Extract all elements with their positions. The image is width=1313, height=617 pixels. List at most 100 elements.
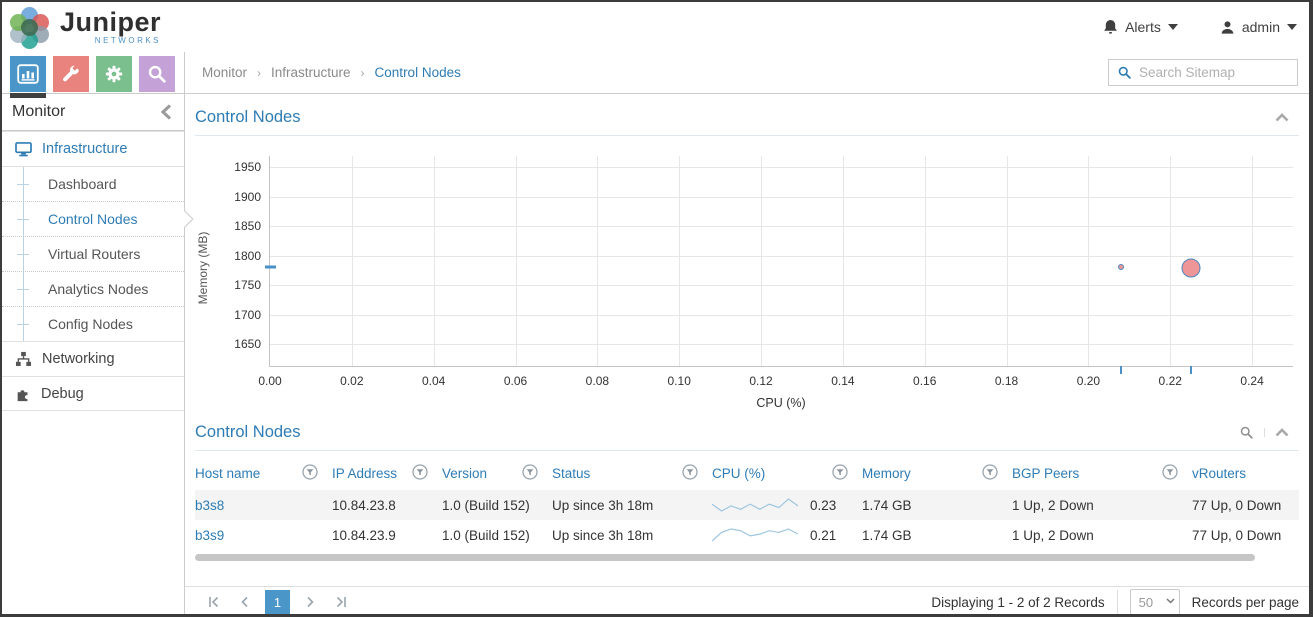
filter-icon[interactable] [412, 464, 428, 483]
configure-tab[interactable] [53, 56, 89, 92]
vrouters-cell: 77 Up, 0 Down [1192, 527, 1282, 543]
bgp-cell: 1 Up, 2 Down [1012, 527, 1094, 543]
host-link[interactable]: b3s9 [195, 528, 332, 543]
data-point[interactable] [1118, 264, 1125, 271]
monitor-tab[interactable] [10, 56, 46, 98]
version-cell: 1.0 (Build 152) [442, 527, 530, 543]
x-tick-label: 0.16 [913, 374, 937, 388]
sidebar-item-virtual-routers[interactable]: Virtual Routers [2, 236, 184, 271]
column-status[interactable]: Status [552, 464, 712, 483]
horizontal-scrollbar[interactable] [195, 554, 1299, 561]
sidebar-item-networking[interactable]: Networking [2, 341, 184, 376]
gridline [270, 255, 1293, 257]
table-panel-title: Control Nodes [195, 423, 301, 441]
user-menu[interactable]: admin [1220, 19, 1297, 35]
breadcrumb-infrastructure[interactable]: Infrastructure [271, 65, 351, 80]
scatter-chart: Memory (MB) 0.00 0.02 0.04 0.06 0.08 0.10 0.12… [185, 136, 1309, 421]
last-page-button[interactable] [330, 591, 352, 613]
memory-cell: 1.74 GB [862, 527, 912, 543]
records-summary: Displaying 1 - 2 of 2 Records [931, 594, 1105, 610]
cpu-value: 0.21 [810, 527, 837, 543]
collapse-panel-button[interactable] [1265, 113, 1299, 122]
column-vrouters[interactable]: vRouters [1192, 466, 1299, 481]
page-1-button[interactable]: 1 [265, 589, 290, 614]
filter-funnel-icon [682, 464, 698, 480]
x-tick-label: 0.22 [1158, 374, 1182, 388]
filter-funnel-icon [1162, 464, 1178, 480]
query-tab[interactable] [139, 56, 175, 92]
breadcrumb-monitor[interactable]: Monitor [202, 65, 247, 80]
search-icon [1118, 66, 1131, 79]
sidebar-item-label: Control Nodes [48, 211, 138, 227]
column-host-name[interactable]: Host name [195, 464, 332, 483]
chevron-left-icon[interactable] [161, 104, 172, 120]
table-header-row: Host name IP Address Version Status CPU … [195, 457, 1299, 490]
sidebar-item-label: Dashboard [48, 176, 117, 192]
filter-funnel-icon [302, 464, 318, 480]
brand-sub: NETWORKS [94, 36, 162, 45]
x-axis-data-mark [1120, 366, 1123, 374]
filter-icon[interactable] [832, 464, 848, 483]
page-size-select-wrap: 50 [1129, 589, 1180, 614]
table-row[interactable]: b3s8 10.84.23.8 1.0 (Build 152) Up since… [195, 490, 1299, 520]
host-link[interactable]: b3s8 [195, 498, 332, 513]
ip-cell: 10.84.23.9 [332, 527, 396, 543]
sitemap-search-box [1108, 59, 1298, 86]
table-panel-header: Control Nodes [195, 423, 1299, 451]
puzzle-icon [17, 389, 28, 401]
chevron-left-icon [241, 596, 248, 608]
table-search-button[interactable] [1229, 425, 1264, 440]
sidebar-item-analytics-nodes[interactable]: Analytics Nodes [2, 271, 184, 306]
sidebar-item-infrastructure[interactable]: Infrastructure [2, 131, 184, 166]
submenu-tick [17, 219, 29, 220]
pagination-bar: 1 Displaying 1 - 2 of 2 Records 50 Recor… [185, 586, 1309, 614]
version-cell: 1.0 (Build 152) [442, 497, 530, 513]
y-tick-label: 1800 [234, 248, 261, 263]
next-page-button[interactable] [299, 591, 321, 613]
vrouters-cell: 77 Up, 0 Down [1192, 497, 1282, 513]
network-icon [15, 351, 32, 366]
y-axis-data-mark [265, 265, 276, 269]
data-point[interactable] [1181, 258, 1201, 278]
filter-icon[interactable] [682, 464, 698, 483]
sidebar-item-control-nodes[interactable]: Control Nodes [2, 201, 194, 236]
column-bgp-peers[interactable]: BGP Peers [1012, 464, 1192, 483]
x-tick-label: 0.04 [421, 374, 446, 388]
column-ip-address[interactable]: IP Address [332, 464, 442, 483]
sidebar-item-label: Infrastructure [42, 141, 128, 157]
breadcrumb-control-nodes[interactable]: Control Nodes [375, 65, 461, 80]
x-tick-label: 0.10 [667, 374, 691, 388]
filter-icon[interactable] [1162, 464, 1178, 483]
settings-tab[interactable] [96, 56, 132, 92]
cpu-sparkline [712, 528, 798, 542]
collapse-panel-button[interactable] [1264, 428, 1299, 437]
filter-icon[interactable] [982, 464, 998, 483]
sitemap-search-input[interactable] [1139, 65, 1289, 80]
prev-page-button[interactable] [234, 591, 256, 613]
alerts-menu[interactable]: Alerts [1103, 19, 1178, 35]
first-page-button[interactable] [203, 591, 225, 613]
sidebar-item-label: Analytics Nodes [48, 281, 149, 297]
sidebar-item-debug[interactable]: Debug [2, 376, 184, 411]
filter-icon[interactable] [302, 464, 318, 483]
filter-icon[interactable] [522, 464, 538, 483]
gridline [270, 196, 1293, 198]
bell-icon [1104, 19, 1117, 34]
divider [1116, 590, 1118, 614]
juniper-flower-icon [10, 7, 50, 49]
table-row[interactable]: b3s9 10.84.23.9 1.0 (Build 152) Up since… [195, 520, 1299, 550]
breadcrumb-separator: › [360, 65, 365, 80]
sidebar-item-label: Networking [42, 351, 115, 367]
sidebar-item-dashboard[interactable]: Dashboard [2, 166, 184, 201]
bgp-cell: 1 Up, 2 Down [1012, 497, 1094, 513]
sidebar-item-config-nodes[interactable]: Config Nodes [2, 306, 184, 341]
chart-plot[interactable]: 0.00 0.02 0.04 0.06 0.08 0.10 0.12 0.14 0.16 0.18… [234, 156, 1293, 388]
scrollbar-thumb[interactable] [195, 554, 1255, 561]
y-tick-label: 1950 [234, 160, 261, 175]
page-size-select[interactable]: 50 [1129, 589, 1180, 614]
alerts-label: Alerts [1125, 19, 1161, 35]
column-version[interactable]: Version [442, 464, 552, 483]
column-cpu[interactable]: CPU (%) [712, 464, 862, 483]
column-memory[interactable]: Memory [862, 464, 1012, 483]
gridline [270, 344, 1293, 346]
